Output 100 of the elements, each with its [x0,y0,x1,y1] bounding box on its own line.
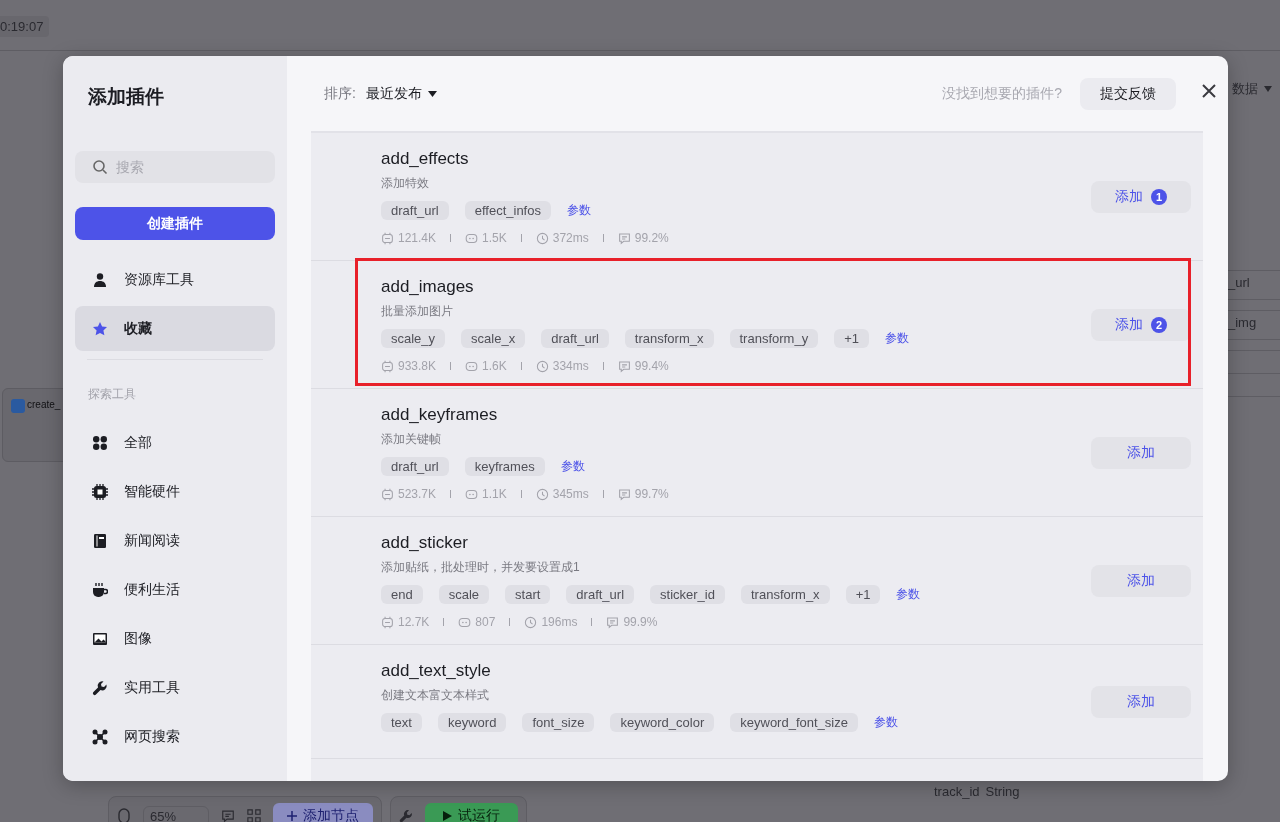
param-tag: +1 [845,585,881,604]
comment-icon[interactable] [221,809,235,822]
cup-icon [92,581,108,598]
dialog-title: 添加插件 [88,85,164,109]
book-icon [92,532,108,549]
plugin-description: 创建文本富文本样式 [381,687,490,704]
create-plugin-button[interactable]: 创建插件 [75,207,275,240]
param-tag: transform_x [624,329,714,348]
param-tag: keyframes [464,457,545,476]
comment-icon [617,231,631,245]
section-title: 探索工具 [88,386,136,403]
param-name: track_id [934,784,980,799]
caret-icon [1264,86,1272,92]
params-link[interactable]: 参数 [884,330,909,347]
add-button[interactable]: 添加 [1091,565,1191,597]
stat-value: 933.8K [398,359,437,373]
calendar-icon [381,231,394,245]
count-badge: 2 [1151,317,1167,333]
param-tag: keyword_color [610,713,715,732]
add-button[interactable]: 添加 2 [1091,309,1191,341]
nav-item[interactable]: 智能硬件 [75,469,275,514]
search-field[interactable]: 搜索 [75,151,275,183]
calendar-icon [381,359,394,373]
add-button[interactable]: 添加 [1091,437,1191,469]
params-link[interactable]: 参数 [873,714,898,731]
param-tag: draft_url [381,201,449,220]
nav-item[interactable]: 便利生活 [75,567,275,612]
four-dots-icon [92,434,108,451]
run-button[interactable]: 试运行 [425,803,518,822]
param-tag: effect_infos [464,201,551,220]
feedback-button[interactable]: 提交反馈 [1080,77,1176,110]
caret-icon [427,90,437,97]
plus-icon [287,811,297,821]
star-icon [92,320,108,337]
nav-item[interactable]: 新闻阅读 [75,518,275,563]
network-icon [92,728,108,745]
feedback-prompt: 没找到想要的插件? [942,84,1062,103]
stat-value: 1.6K [482,359,507,373]
chip-icon [92,483,108,500]
param-tag: text [381,713,422,732]
clock-icon [524,615,538,629]
nav-item[interactable]: 收藏 [75,306,275,351]
stat-value: 372ms [552,231,589,245]
param-tag: scale_x [461,329,526,348]
clock-icon [535,231,549,245]
param-tag: end [381,585,423,604]
grid-icon[interactable] [247,809,261,822]
stat-value: 99.2% [634,231,669,245]
stat-value: 1.5K [482,231,507,245]
plugin-description: 添加关键帧 [381,431,442,448]
plugin-description: 添加贴纸，批处理时，并发要设置成1 [381,559,581,576]
param-tag: scale [438,585,490,604]
stat-value: 345ms [552,487,589,501]
mouse-icon[interactable] [117,808,131,822]
stat-value: 334ms [552,359,589,373]
calendar-icon [381,615,394,629]
sort-dropdown[interactable]: 最近发布 [365,84,437,103]
search-icon [92,159,108,175]
robot-face-icon [465,359,479,373]
plugin-description: 批量添加图片 [381,303,454,320]
stat-value: 99.4% [634,359,669,373]
wrench-icon[interactable] [399,809,413,822]
param-tag: transform_y [729,329,819,348]
param-tag: +1 [834,329,869,348]
time-label: 0:19:07 [0,16,50,37]
params-link[interactable]: 参数 [896,586,921,603]
data-label: 数据 [1232,80,1258,98]
param-tag: draft_url [566,585,635,604]
plugin-name: add_effects [381,149,469,169]
param-type: String [985,784,1020,799]
param-tag: keyword_font_size [730,713,858,732]
param-tag: transform_x [741,585,830,604]
params-link[interactable]: 参数 [566,202,591,219]
robot-face-icon [465,231,479,245]
nav-item[interactable]: 实用工具 [75,665,275,710]
person-icon [92,271,108,288]
param-tag: start [505,585,551,604]
wrench-icon [92,679,108,696]
add-button[interactable]: 添加 1 [1091,181,1191,213]
add-button[interactable]: 添加 [1091,686,1191,718]
nav-item[interactable]: 网页搜索 [75,714,275,759]
close-icon[interactable] [1202,84,1216,98]
node-title: create_ [27,399,61,410]
comment-icon [606,615,620,629]
clock-icon [535,359,549,373]
param-tag: draft_url [541,329,609,348]
nav-item[interactable]: 全部 [75,420,275,465]
plugin-name: add_sticker [381,533,468,553]
image-icon [92,630,108,647]
param-tag: sticker_id [650,585,725,604]
calendar-icon [381,487,394,501]
comment-icon [617,487,631,501]
plugin-name: add_keyframes [381,405,498,425]
stat-value: 99.9% [623,615,658,629]
nav-item[interactable]: 资源库工具 [75,257,275,302]
params-link[interactable]: 参数 [560,458,585,475]
param-tag: font_size [522,713,595,732]
nav-item[interactable]: 图像 [75,616,275,661]
count-badge: 1 [1151,189,1167,205]
add-node-button[interactable]: 添加节点 [273,803,373,822]
